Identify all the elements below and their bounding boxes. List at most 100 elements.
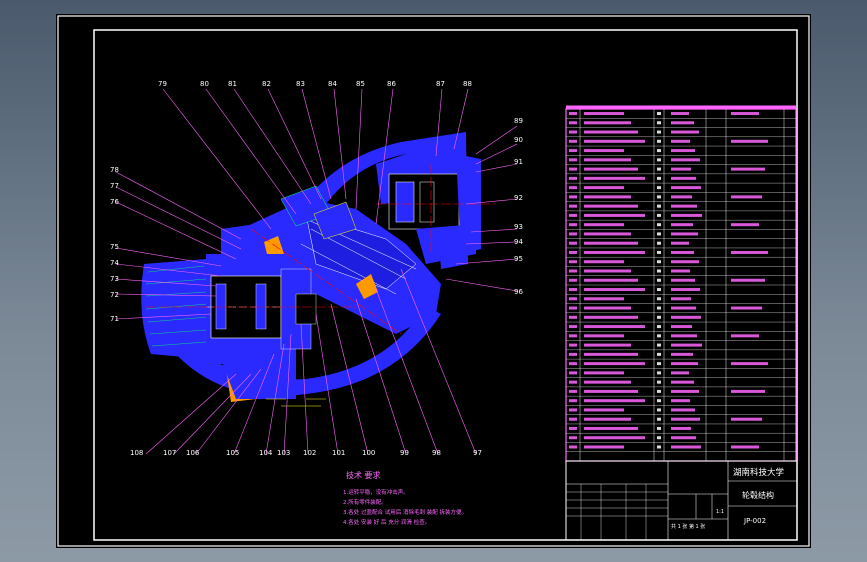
parts-list-entry-mark <box>671 362 698 366</box>
part-number: 106 <box>186 449 200 457</box>
drawing-canvas: 79 80 81 82 83 84 85 86 87 88 89 90 91 9… <box>57 15 810 547</box>
school-name: 湖南科技大学 <box>733 467 785 478</box>
parts-list-entry-mark <box>671 176 696 180</box>
parts-list-entry-mark <box>569 371 577 375</box>
part-number: 87 <box>436 80 445 88</box>
parts-list-entry-mark <box>569 130 577 134</box>
parts-list-entry-mark <box>731 334 759 338</box>
part-number: 71 <box>110 315 119 323</box>
parts-list-entry-mark <box>584 325 645 329</box>
part-number: 80 <box>200 80 209 88</box>
part-number: 99 <box>400 449 409 457</box>
parts-list-entry-mark <box>657 315 661 319</box>
tech-requirement-line: 2.所有零件装配。 <box>343 498 387 506</box>
parts-list-entry-mark <box>584 352 638 356</box>
parts-list-entry-mark <box>584 399 645 403</box>
part-number: 75 <box>110 243 119 251</box>
parts-list-entry-mark <box>569 297 577 301</box>
parts-list-entry-mark <box>584 371 624 375</box>
part-numbers-left: 78 77 76 75 74 73 72 71 <box>110 166 119 323</box>
parts-list-entry-mark <box>584 232 631 236</box>
parts-list-entry-mark <box>584 112 624 116</box>
parts-list-entry-mark <box>671 195 692 199</box>
parts-list-entry-mark <box>584 389 638 393</box>
part-numbers-bottom: 108 107 106 105 104 103 102 101 100 99 9… <box>130 449 482 457</box>
parts-list-entry-mark <box>671 352 693 356</box>
part-number: 104 <box>259 449 273 457</box>
part-number: 83 <box>296 80 305 88</box>
parts-list-entry-mark <box>657 223 661 227</box>
parts-list-entry-mark <box>584 297 624 301</box>
parts-list-entry-mark <box>584 139 645 143</box>
parts-list-entry-mark <box>584 158 631 162</box>
parts-list-entry-mark <box>584 362 645 366</box>
parts-list-entry-mark <box>731 389 765 393</box>
parts-list-entry-mark <box>731 445 759 449</box>
parts-list-entry-mark <box>569 334 577 338</box>
parts-list-entry-mark <box>657 167 661 171</box>
parts-list-entry-mark <box>657 445 661 449</box>
assembly-drawing <box>141 132 496 407</box>
parts-list-entry-mark <box>584 436 645 440</box>
part-number: 91 <box>514 158 523 166</box>
parts-list-entry-mark <box>731 306 762 310</box>
part-number: 74 <box>110 259 119 267</box>
title-block: 湖南科技大学 轮毂结构 JP-002 1:1 共 1 张 第 1 张 <box>565 460 798 541</box>
parts-list-entry-mark <box>569 121 577 125</box>
parts-list-entry-mark <box>569 436 577 440</box>
part-number: 108 <box>130 449 143 457</box>
parts-list-entry-mark <box>569 408 577 412</box>
parts-list-entry-mark <box>569 380 577 384</box>
parts-list-entry-mark <box>569 399 577 403</box>
part-number: 81 <box>228 80 237 88</box>
parts-list-entry-mark <box>657 278 661 282</box>
parts-list-entry-mark <box>657 426 661 430</box>
parts-list-entry-mark <box>671 380 694 384</box>
parts-list-entry-mark <box>569 315 577 319</box>
parts-list-entry-mark <box>671 325 692 329</box>
parts-list-entry-mark <box>671 408 695 412</box>
parts-list-entry-mark <box>584 408 624 412</box>
parts-list-entry-mark <box>671 343 702 347</box>
parts-list-entry-mark <box>569 417 577 421</box>
parts-list-entry-mark <box>569 139 577 143</box>
parts-list-entry-mark <box>584 213 645 217</box>
parts-list-entry-mark <box>731 417 762 421</box>
part-number: 77 <box>110 182 119 190</box>
parts-list-entry-mark <box>584 204 638 208</box>
parts-list-entry-mark <box>569 278 577 282</box>
part-number: 101 <box>332 449 345 457</box>
parts-list-entry-mark <box>584 334 624 338</box>
parts-list-entry-mark <box>584 241 638 245</box>
parts-list-entry-mark <box>671 278 695 282</box>
parts-list-entry-mark <box>569 306 577 310</box>
parts-list-entry-mark <box>657 149 661 153</box>
parts-list-entry-mark <box>584 269 631 273</box>
parts-list-entry-mark <box>657 306 661 310</box>
parts-list-entry-mark <box>657 204 661 208</box>
parts-list-entry-mark <box>671 241 689 245</box>
parts-list <box>565 105 797 462</box>
parts-list-entry-mark <box>657 288 661 292</box>
parts-list-entry-mark <box>657 269 661 273</box>
parts-list-entry-mark <box>657 195 661 199</box>
parts-list-entry-mark <box>584 445 624 449</box>
parts-list-entry-mark <box>657 158 661 162</box>
parts-list-entry-mark <box>671 149 695 153</box>
parts-list-entry-mark <box>731 362 768 366</box>
part-number: 103 <box>277 449 290 457</box>
parts-list-entry-mark <box>671 112 689 116</box>
cad-viewport[interactable]: 79 80 81 82 83 84 85 86 87 88 89 90 91 9… <box>56 14 811 548</box>
parts-list-entry-mark <box>657 250 661 254</box>
parts-list-entry-mark <box>584 195 631 199</box>
parts-list-entry-mark <box>569 112 577 116</box>
parts-list-entry-mark <box>569 352 577 356</box>
part-number: 86 <box>387 80 396 88</box>
parts-list-entry-mark <box>671 306 696 310</box>
parts-list-entry-mark <box>671 260 699 264</box>
parts-list-entry-mark <box>671 417 700 421</box>
part-number: 90 <box>514 136 523 144</box>
parts-list-entry-mark <box>569 445 577 449</box>
parts-list-entry-mark <box>657 343 661 347</box>
parts-list-entry-mark <box>731 250 768 254</box>
